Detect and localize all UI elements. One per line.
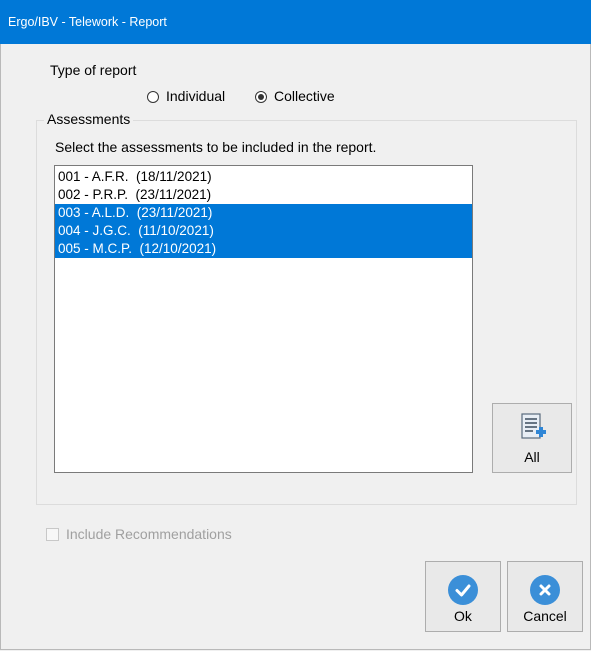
close-icon xyxy=(530,575,560,605)
list-item[interactable]: 003 - A.L.D. (23/11/2021) xyxy=(55,204,472,222)
radio-collective-indicator[interactable] xyxy=(255,91,267,103)
list-item[interactable]: 002 - P.R.P. (23/11/2021) xyxy=(55,186,472,204)
ok-label: Ok xyxy=(454,608,472,624)
report-type-label: Type of report xyxy=(50,62,137,78)
assessments-group-label: Assessments xyxy=(44,111,134,127)
include-recommendations-box[interactable] xyxy=(46,528,59,541)
include-recommendations-label[interactable]: Include Recommendations xyxy=(66,526,232,542)
list-item[interactable]: 004 - J.G.C. (11/10/2021) xyxy=(55,222,472,240)
select-all-button[interactable]: All xyxy=(492,403,572,473)
radio-individual-indicator[interactable] xyxy=(147,91,159,103)
assessments-list: 001 - A.F.R. (18/11/2021) 002 - P.R.P. (… xyxy=(55,166,472,258)
assessments-listbox[interactable]: 001 - A.F.R. (18/11/2021) 002 - P.R.P. (… xyxy=(54,165,473,473)
list-add-icon xyxy=(521,413,546,439)
ok-button[interactable]: Ok xyxy=(425,561,501,632)
list-item[interactable]: 005 - M.C.P. (12/10/2021) xyxy=(55,240,472,258)
cancel-label: Cancel xyxy=(523,608,567,624)
check-icon xyxy=(448,575,478,605)
radio-collective-label[interactable]: Collective xyxy=(274,88,335,104)
select-all-label: All xyxy=(524,449,540,465)
cancel-button[interactable]: Cancel xyxy=(507,561,583,632)
assessments-instruction: Select the assessments to be included in… xyxy=(55,139,377,155)
list-item[interactable]: 001 - A.F.R. (18/11/2021) xyxy=(55,168,472,186)
title-bar: Ergo/IBV - Telework - Report xyxy=(0,0,591,44)
radio-individual-label[interactable]: Individual xyxy=(166,88,225,104)
window-title: Ergo/IBV - Telework - Report xyxy=(8,15,167,29)
